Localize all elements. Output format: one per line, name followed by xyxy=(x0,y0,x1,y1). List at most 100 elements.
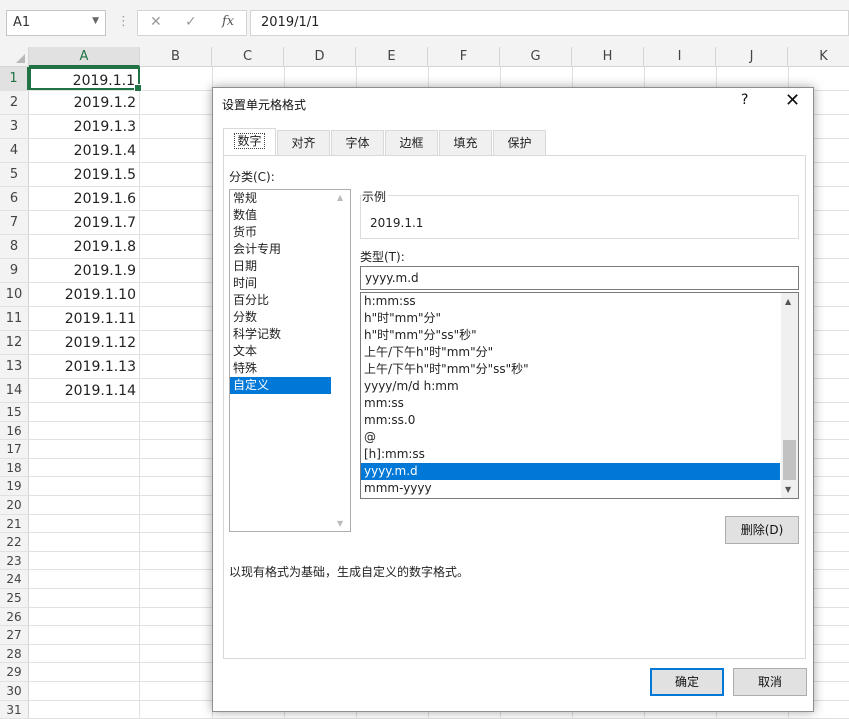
cell[interactable] xyxy=(29,459,140,477)
column-header-e[interactable]: E xyxy=(356,47,428,67)
category-item[interactable]: 会计专用 xyxy=(230,241,331,258)
scroll-down-icon[interactable]: ▼ xyxy=(337,519,343,528)
row-header[interactable]: 3 xyxy=(0,115,29,138)
row-header[interactable]: 31 xyxy=(0,701,29,719)
insert-function-icon[interactable]: fx xyxy=(222,14,234,29)
column-header-d[interactable]: D xyxy=(284,47,356,67)
row-header[interactable]: 15 xyxy=(0,403,29,421)
format-item[interactable]: @ xyxy=(361,429,780,446)
cell[interactable] xyxy=(29,570,140,588)
cell[interactable] xyxy=(29,496,140,514)
format-item[interactable]: mm:ss xyxy=(361,395,780,412)
format-item[interactable]: h:mm:ss xyxy=(361,293,780,310)
row-header[interactable]: 28 xyxy=(0,645,29,663)
enter-check-icon[interactable]: ✓ xyxy=(185,14,197,30)
row-header[interactable]: 4 xyxy=(0,139,29,162)
row-header[interactable]: 5 xyxy=(0,163,29,186)
format-list[interactable]: h:mm:ssh"时"mm"分"h"时"mm"分"ss"秒"上午/下午h"时"m… xyxy=(360,292,799,499)
column-header-f[interactable]: F xyxy=(428,47,500,67)
cell[interactable] xyxy=(29,533,140,551)
tab-4[interactable]: 填充 xyxy=(439,130,492,155)
column-header-k[interactable]: K xyxy=(788,47,849,67)
row-header[interactable]: 10 xyxy=(0,283,29,306)
row-header[interactable]: 13 xyxy=(0,355,29,378)
format-item[interactable]: 上午/下午h"时"mm"分" xyxy=(361,344,780,361)
cell[interactable]: 2019.1.8 xyxy=(29,235,140,258)
cell[interactable] xyxy=(29,422,140,440)
cell[interactable]: 2019.1.7 xyxy=(29,211,140,234)
category-item[interactable]: 日期 xyxy=(230,258,331,275)
row-header[interactable]: 22 xyxy=(0,533,29,551)
category-item[interactable]: 数值 xyxy=(230,207,331,224)
column-header-i[interactable]: I xyxy=(644,47,716,67)
format-item[interactable]: 上午/下午h"时"mm"分"ss"秒" xyxy=(361,361,780,378)
close-icon[interactable]: ✕ xyxy=(785,90,800,111)
cell[interactable]: 2019.1.11 xyxy=(29,307,140,330)
row-header[interactable]: 26 xyxy=(0,608,29,626)
category-item[interactable]: 货币 xyxy=(230,224,331,241)
scroll-thumb[interactable] xyxy=(783,440,796,480)
tab-0[interactable]: 数字 xyxy=(223,128,276,155)
formula-input[interactable]: 2019/1/1 xyxy=(250,10,849,36)
help-icon[interactable]: ? xyxy=(741,92,748,108)
category-item[interactable]: 自定义 xyxy=(230,377,331,394)
row-header[interactable]: 30 xyxy=(0,682,29,700)
column-header-j[interactable]: J xyxy=(716,47,788,67)
cancel-entry-icon[interactable]: ✕ xyxy=(150,14,162,30)
row-header[interactable]: 1 xyxy=(0,67,29,90)
row-header[interactable]: 12 xyxy=(0,331,29,354)
cell[interactable]: 2019.1.2 xyxy=(29,91,140,114)
tab-3[interactable]: 边框 xyxy=(385,130,438,155)
category-scrollbar[interactable]: ▲ ▼ xyxy=(333,190,350,531)
select-all-corner[interactable] xyxy=(0,47,29,67)
row-header[interactable]: 14 xyxy=(0,379,29,402)
column-header-a[interactable]: A xyxy=(29,47,140,67)
format-item[interactable]: h"时"mm"分" xyxy=(361,310,780,327)
cell[interactable] xyxy=(29,515,140,533)
chevron-down-icon[interactable]: ▼ xyxy=(92,16,99,26)
format-item[interactable]: yyyy/m/d h:mm xyxy=(361,378,780,395)
cell[interactable]: 2019.1.4 xyxy=(29,139,140,162)
row-header[interactable]: 8 xyxy=(0,235,29,258)
row-header[interactable]: 29 xyxy=(0,663,29,681)
column-header-b[interactable]: B xyxy=(140,47,212,67)
cell[interactable] xyxy=(29,701,140,719)
cell[interactable]: 2019.1.9 xyxy=(29,259,140,282)
row-header[interactable]: 18 xyxy=(0,459,29,477)
cell[interactable]: 2019.1.10 xyxy=(29,283,140,306)
format-item[interactable]: mmm-yyyy xyxy=(361,480,780,497)
format-scrollbar[interactable]: ▲ ▼ xyxy=(781,293,798,498)
row-header[interactable]: 9 xyxy=(0,259,29,282)
cell[interactable] xyxy=(29,589,140,607)
scroll-down-icon[interactable]: ▼ xyxy=(785,485,791,494)
cell[interactable] xyxy=(29,626,140,644)
cell[interactable]: 2019.1.3 xyxy=(29,115,140,138)
category-item[interactable]: 文本 xyxy=(230,343,331,360)
scroll-up-icon[interactable]: ▲ xyxy=(337,193,343,202)
more-options-icon[interactable]: ⋮ xyxy=(117,14,130,29)
row-header[interactable]: 11 xyxy=(0,307,29,330)
format-item[interactable]: h"时"mm"分"ss"秒" xyxy=(361,327,780,344)
tab-5[interactable]: 保护 xyxy=(493,130,546,155)
row-header[interactable]: 16 xyxy=(0,422,29,440)
category-list[interactable]: 常规数值货币会计专用日期时间百分比分数科学记数文本特殊自定义 ▲ ▼ xyxy=(229,189,351,532)
cell[interactable] xyxy=(29,552,140,570)
category-item[interactable]: 特殊 xyxy=(230,360,331,377)
format-item[interactable]: yyyy.m.d xyxy=(361,463,780,480)
row-header[interactable]: 25 xyxy=(0,589,29,607)
active-cell[interactable]: 2019.1.1 xyxy=(29,67,140,90)
name-box[interactable]: A1 ▼ xyxy=(6,10,106,36)
row-header[interactable]: 24 xyxy=(0,570,29,588)
row-header[interactable]: 27 xyxy=(0,626,29,644)
row-header[interactable]: 23 xyxy=(0,552,29,570)
row-header[interactable]: 19 xyxy=(0,477,29,495)
row-header[interactable]: 6 xyxy=(0,187,29,210)
delete-button[interactable]: 删除(D) xyxy=(725,516,799,544)
cell[interactable] xyxy=(29,608,140,626)
category-item[interactable]: 时间 xyxy=(230,275,331,292)
column-header-c[interactable]: C xyxy=(212,47,284,67)
cell[interactable] xyxy=(29,645,140,663)
cell[interactable] xyxy=(29,403,140,421)
row-header[interactable]: 21 xyxy=(0,515,29,533)
category-item[interactable]: 百分比 xyxy=(230,292,331,309)
